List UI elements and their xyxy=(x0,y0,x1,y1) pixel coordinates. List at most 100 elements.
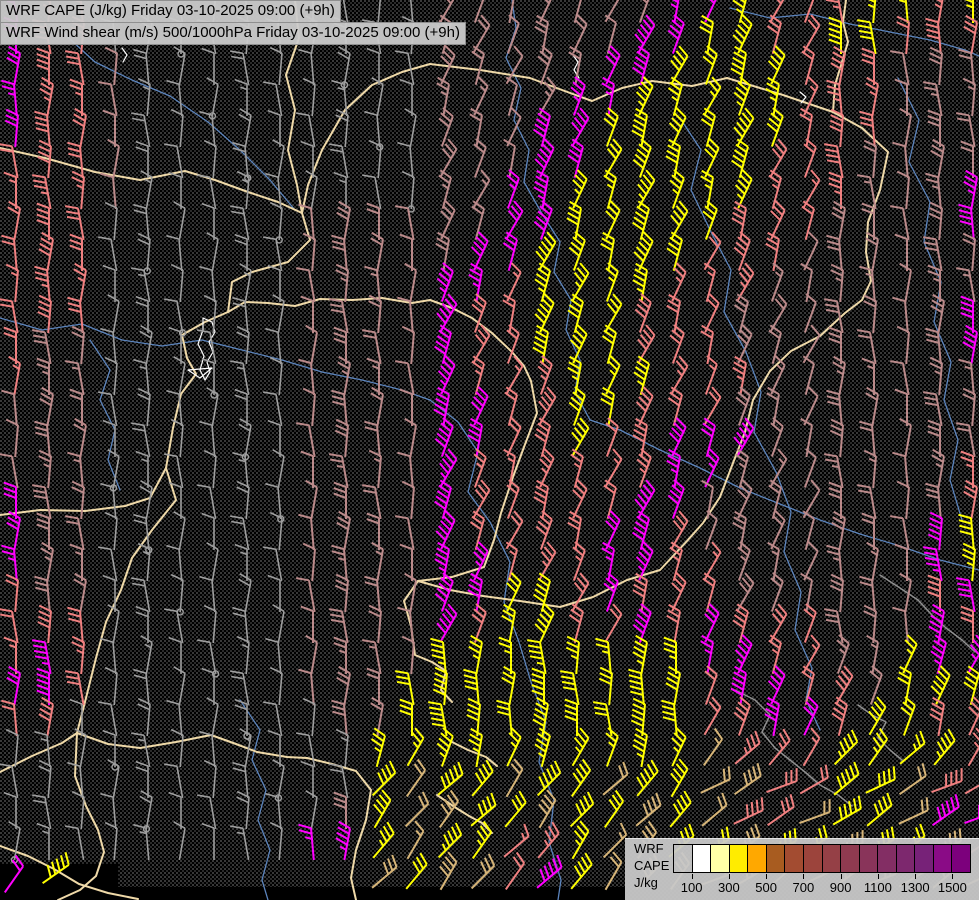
wind-barb xyxy=(329,764,347,798)
wind-barb xyxy=(263,82,281,116)
wind-barb xyxy=(900,763,926,794)
wind-barb xyxy=(571,449,583,487)
legend-swatch xyxy=(674,845,693,872)
weather-map-canvas xyxy=(0,0,979,900)
wind-barb xyxy=(934,729,955,765)
wind-barb xyxy=(768,15,782,53)
wind-barb xyxy=(956,113,974,147)
legend-swatch xyxy=(952,845,970,872)
wind-barb xyxy=(831,265,843,302)
wind-barb xyxy=(923,82,941,116)
legend-swatch xyxy=(748,845,767,872)
wind-barb xyxy=(395,516,413,550)
wind-barb xyxy=(606,852,622,890)
wind-barb xyxy=(98,82,116,116)
wind-barb xyxy=(335,420,348,457)
wind-barb xyxy=(0,764,18,798)
wind-barb xyxy=(735,731,760,764)
wind-barb xyxy=(931,140,944,178)
wind-barb xyxy=(832,512,845,550)
wind-barb xyxy=(402,327,414,364)
wind-barb xyxy=(830,575,843,612)
wind-barb xyxy=(263,392,281,426)
wind-barb xyxy=(0,609,18,643)
wind-barb xyxy=(303,544,315,581)
wind-barb xyxy=(506,853,524,890)
wind-barb xyxy=(235,80,247,116)
wind-barb xyxy=(507,480,519,519)
wind-barb xyxy=(703,573,715,611)
wind-barb xyxy=(929,203,942,240)
wind-barb xyxy=(6,265,18,302)
legend-swatch xyxy=(785,845,804,872)
landmarks-layer xyxy=(122,48,806,380)
wind-barb xyxy=(369,451,381,488)
wind-barb xyxy=(197,640,215,674)
wind-barb xyxy=(897,17,909,54)
wind-barb xyxy=(329,144,347,178)
map-title-line2: WRF Wind shear (m/s) 500/1000hPa Friday … xyxy=(0,22,466,45)
wind-barb xyxy=(8,202,20,240)
wind-barb xyxy=(268,576,280,612)
wind-barb xyxy=(963,234,975,271)
wind-barb xyxy=(864,451,876,488)
wind-barb xyxy=(74,574,86,612)
wind-barb xyxy=(98,237,116,271)
wind-barb xyxy=(0,454,18,488)
wind-barb xyxy=(471,793,496,826)
wind-barb xyxy=(606,201,620,239)
wind-barb xyxy=(306,481,317,519)
wind-barb xyxy=(923,547,941,581)
wind-barb xyxy=(824,609,842,643)
wind-barb xyxy=(504,824,528,857)
wind-barb xyxy=(108,140,119,178)
wind-barb xyxy=(239,109,251,147)
wind-barb xyxy=(738,480,752,518)
wind-barb xyxy=(131,268,149,302)
wind-barb xyxy=(769,635,781,673)
wind-barb xyxy=(956,578,974,612)
wind-barb xyxy=(701,766,730,793)
wind-barb xyxy=(604,480,616,518)
wind-barb xyxy=(507,573,521,611)
wind-barb xyxy=(573,542,585,581)
wind-barb xyxy=(202,204,214,240)
wind-barb xyxy=(702,481,713,519)
wind-barb xyxy=(472,854,495,888)
wind-barb xyxy=(507,170,519,209)
wind-barb xyxy=(472,387,488,425)
wind-barb xyxy=(800,799,830,823)
legend-tick-mark xyxy=(803,874,804,879)
map-subtitle-text: WRF Wind shear (m/s) 500/1000hPa Friday … xyxy=(6,24,460,41)
wind-barb xyxy=(892,608,907,643)
wind-barb xyxy=(605,791,623,828)
river-line xyxy=(730,8,979,56)
wind-barb xyxy=(108,605,119,643)
wind-barb xyxy=(439,108,453,147)
wind-barb xyxy=(268,111,280,147)
wind-barb xyxy=(736,635,752,673)
wind-barb xyxy=(771,573,783,612)
wind-barb xyxy=(830,110,843,147)
wind-barb xyxy=(903,635,917,673)
wind-barb xyxy=(702,108,716,146)
wind-barb xyxy=(140,326,152,364)
wind-barb xyxy=(538,356,552,395)
wind-barb xyxy=(298,825,313,860)
wind-barb xyxy=(768,794,794,825)
wind-barb xyxy=(833,796,861,825)
wind-barb xyxy=(857,20,875,54)
wind-barb xyxy=(606,46,620,84)
wind-barb xyxy=(769,46,785,84)
wind-barb xyxy=(230,206,248,240)
wind-barb xyxy=(235,390,247,426)
wind-barb xyxy=(338,47,350,85)
legend-tick-mark xyxy=(692,874,693,879)
wind-barb xyxy=(337,202,350,240)
wind-barb xyxy=(7,47,20,85)
wind-barb xyxy=(962,544,975,581)
wind-barb xyxy=(738,542,750,581)
wind-barb xyxy=(866,388,878,426)
wind-barb xyxy=(801,419,812,457)
wind-barb xyxy=(670,791,691,827)
